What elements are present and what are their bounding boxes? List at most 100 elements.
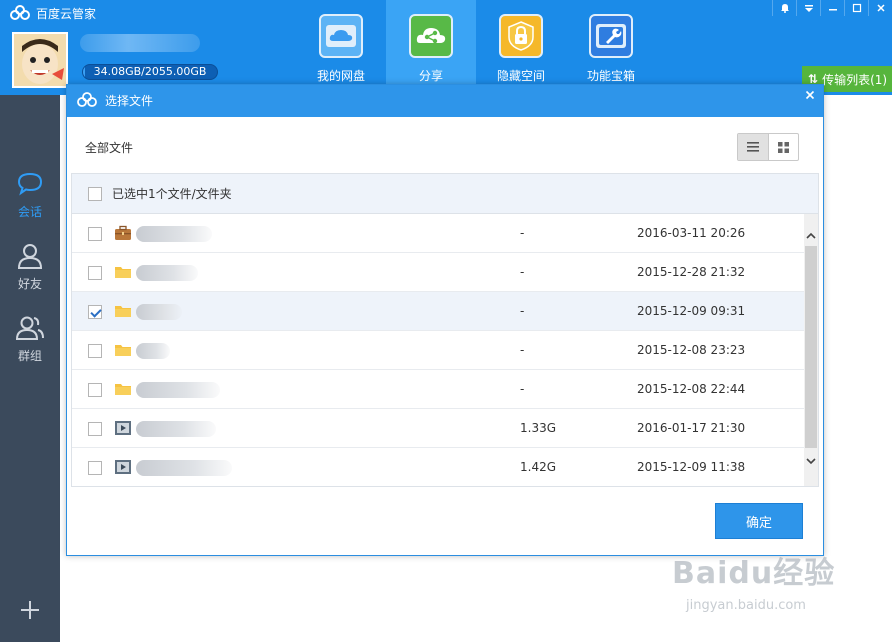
file-name-blurred [136, 421, 216, 437]
file-name-blurred [136, 226, 212, 242]
bell-icon[interactable] [772, 0, 796, 16]
dialog-header: 选择文件 [67, 85, 823, 117]
lock-icon [499, 14, 543, 58]
quota-bar[interactable]: 34.08GB/2055.00GB [82, 64, 218, 80]
file-date: 2015-12-28 21:32 [637, 265, 746, 279]
sidebar-item-chat[interactable]: 会话 [0, 169, 60, 229]
file-size: - [520, 226, 525, 240]
file-name-blurred [136, 460, 232, 476]
row-checkbox[interactable] [88, 383, 102, 397]
avatar-image [14, 34, 66, 86]
briefcase-icon [115, 225, 131, 240]
app-title-text: 百度云管家 [36, 6, 97, 21]
select-all-checkbox[interactable] [88, 187, 102, 201]
close-icon[interactable] [868, 0, 892, 16]
file-size: 1.42G [520, 460, 557, 474]
table-row[interactable]: 1.42G 2015-12-09 11:38 [72, 448, 804, 486]
file-name-blurred [136, 304, 182, 320]
table-row[interactable]: - 2015-12-08 23:23 [72, 331, 804, 370]
file-name-blurred [136, 382, 220, 398]
row-checkbox[interactable] [88, 227, 102, 241]
file-rows: - 2016-03-11 20:26 - 2015-12-28 21:32 - [72, 214, 804, 486]
tab-share-label: 分享 [418, 69, 443, 83]
file-date: 2015-12-08 23:23 [637, 343, 746, 357]
file-size: 1.33G [520, 421, 557, 435]
dialog-close-icon[interactable] [797, 85, 823, 105]
share-icon [409, 14, 453, 58]
video-file-icon [115, 421, 131, 435]
sidebar-item-friends-label: 好友 [17, 277, 42, 291]
watermark-url: jingyan.baidu.com [686, 598, 806, 613]
file-name-blurred [136, 265, 198, 281]
file-size: - [520, 343, 525, 357]
top-bar: 百度云管家 34.08GB/2055.00GB 我的网盘 分享 隐藏空间 功能宝… [0, 0, 892, 95]
username-blurred [80, 34, 200, 52]
transfer-list-label: 传输列表(1) [822, 72, 888, 87]
folder-icon [115, 384, 131, 395]
sidebar-item-chat-label: 会话 [17, 205, 42, 219]
tab-hidden-space[interactable]: 隐藏空间 [476, 0, 566, 86]
file-size: - [520, 382, 525, 396]
sidebar: 会话 好友 群组 [0, 95, 60, 642]
dialog-title: 选择文件 [105, 94, 154, 108]
folder-icon [115, 267, 131, 278]
list-view-icon[interactable] [738, 134, 768, 160]
sidebar-item-friends[interactable]: 好友 [0, 241, 60, 301]
main-nav: 我的网盘 分享 隐藏空间 功能宝箱 [296, 0, 656, 95]
table-row[interactable]: - 2015-12-08 22:44 [72, 370, 804, 409]
add-icon[interactable] [15, 595, 45, 625]
chat-icon [15, 169, 45, 199]
tab-my-disk[interactable]: 我的网盘 [296, 0, 386, 86]
video-file-icon [115, 460, 131, 474]
table-row[interactable]: 1.33G 2016-01-17 21:30 [72, 409, 804, 448]
tab-share[interactable]: 分享 [386, 0, 476, 86]
file-size: - [520, 265, 525, 279]
selection-count-text: 已选中1个文件/文件夹 [112, 187, 232, 201]
table-row[interactable]: - 2016-03-11 20:26 [72, 214, 804, 253]
watermark-logo: Baidu经验 [672, 556, 836, 591]
confirm-button[interactable]: 确定 [715, 503, 803, 539]
maximize-icon[interactable] [844, 0, 868, 16]
vertical-scrollbar[interactable] [804, 214, 818, 486]
minimize-icon[interactable] [820, 0, 844, 16]
grid-view-icon[interactable] [768, 134, 798, 160]
folder-icon [115, 345, 131, 356]
scroll-up-icon[interactable] [804, 226, 818, 244]
file-date: 2015-12-09 09:31 [637, 304, 746, 318]
row-checkbox[interactable] [88, 461, 102, 475]
tab-my-disk-label: 我的网盘 [316, 69, 365, 83]
scroll-thumb[interactable] [805, 246, 817, 448]
table-row[interactable]: - 2015-12-09 09:31 [72, 292, 804, 331]
baidu-cloud-logo-icon [10, 5, 30, 20]
sidebar-item-groups[interactable]: 群组 [0, 313, 60, 373]
watermark: Baidu经验 jingyan.baidu.com [672, 548, 852, 628]
avatar[interactable] [12, 32, 68, 88]
wrench-icon [589, 14, 633, 58]
tab-toolbox[interactable]: 功能宝箱 [566, 0, 656, 86]
select-file-dialog: 选择文件 全部文件 已选中1个文件/文件夹 - 2016-03-11 20:26… [66, 84, 824, 556]
app-title: 百度云管家 [10, 4, 96, 22]
folder-icon [115, 306, 131, 317]
table-row[interactable]: - 2015-12-28 21:32 [72, 253, 804, 292]
row-checkbox[interactable] [88, 422, 102, 436]
window-controls [772, 0, 892, 16]
row-checkbox[interactable] [88, 344, 102, 358]
file-date: 2015-12-09 11:38 [637, 460, 746, 474]
scroll-down-icon[interactable] [804, 452, 818, 470]
cloud-icon [319, 14, 363, 58]
group-icon [15, 313, 45, 343]
tab-hidden-space-label: 隐藏空间 [496, 69, 545, 83]
file-list: 已选中1个文件/文件夹 - 2016-03-11 20:26 - 2015-12… [71, 173, 819, 487]
quota-text: 34.08GB/2055.00GB [93, 65, 207, 78]
friend-icon [15, 241, 45, 271]
sidebar-item-groups-label: 群组 [17, 349, 42, 363]
menu-icon[interactable] [796, 0, 820, 16]
list-header: 已选中1个文件/文件夹 [72, 174, 818, 214]
baidu-cloud-logo-icon [77, 92, 97, 107]
tab-toolbox-label: 功能宝箱 [586, 69, 635, 83]
file-name-blurred [136, 343, 170, 359]
row-checkbox[interactable] [88, 305, 102, 319]
row-checkbox[interactable] [88, 266, 102, 280]
breadcrumb[interactable]: 全部文件 [85, 139, 133, 156]
file-size: - [520, 304, 525, 318]
